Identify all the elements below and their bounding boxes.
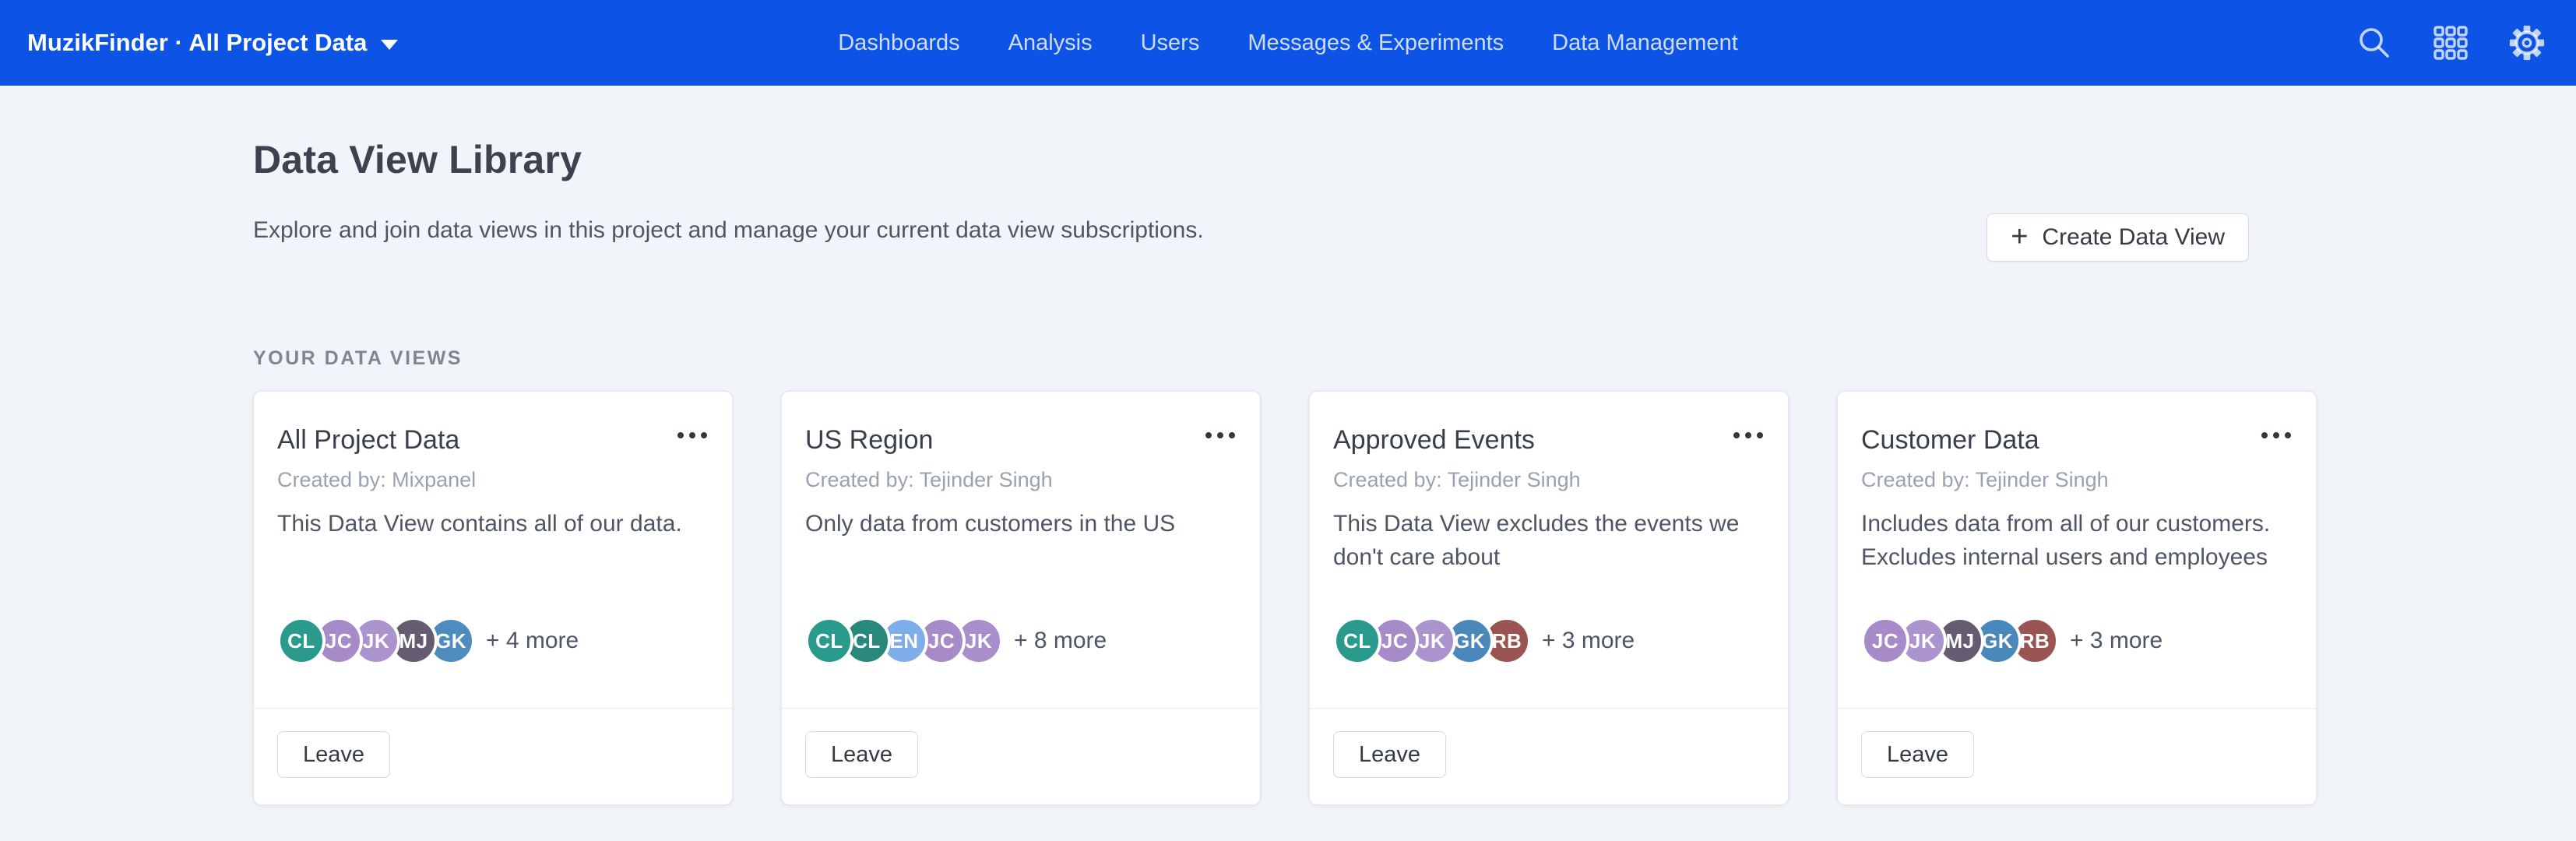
card-title: US Region <box>805 424 1190 456</box>
data-view-card: US Region Created by: Tejinder Singh Onl… <box>781 391 1261 805</box>
nav-link-data-management[interactable]: Data Management <box>1552 30 1738 56</box>
card-menu-button[interactable] <box>2258 429 2294 442</box>
data-view-card: Approved Events Created by: Tejinder Sin… <box>1309 391 1789 805</box>
page-subtitle: Explore and join data views in this proj… <box>253 216 1204 245</box>
dot-icon <box>689 432 695 438</box>
dot-icon <box>1217 432 1223 438</box>
nav-link-users[interactable]: Users <box>1141 30 1200 56</box>
dot-icon <box>1733 432 1740 438</box>
card-created-by: Created by: Mixpanel <box>277 468 476 492</box>
more-members-label: + 8 more <box>1014 628 1107 654</box>
card-footer: Leave <box>1310 708 1788 804</box>
create-data-view-button[interactable]: + Create Data View <box>1987 213 2249 262</box>
card-created-by: Created by: Tejinder Singh <box>805 468 1053 492</box>
nav-link-analysis[interactable]: Analysis <box>1008 30 1093 56</box>
card-footer: Leave <box>1838 708 2316 804</box>
dot-icon <box>2273 432 2279 438</box>
dot-icon <box>1229 432 1235 438</box>
card-footer: Leave <box>254 708 732 804</box>
leave-button[interactable]: Leave <box>1333 731 1446 778</box>
project-switcher-label: MuzikFinder · All Project Data <box>27 29 367 57</box>
project-switcher[interactable]: MuzikFinder · All Project Data <box>27 29 398 57</box>
chevron-down-icon <box>381 40 398 50</box>
card-created-by: Created by: Tejinder Singh <box>1861 468 2109 492</box>
card-menu-button[interactable] <box>674 429 710 442</box>
data-view-card: Customer Data Created by: Tejinder Singh… <box>1837 391 2317 805</box>
apps-grid-icon[interactable] <box>2431 23 2470 62</box>
card-menu-button[interactable] <box>1730 429 1766 442</box>
dot-icon <box>677 432 684 438</box>
more-members-label: + 3 more <box>1542 628 1635 654</box>
card-title: All Project Data <box>277 424 662 456</box>
avatar-row: JCJKMJGKRB+ 3 more <box>1861 617 2163 665</box>
avatar: CL <box>277 617 326 665</box>
card-title: Customer Data <box>1861 424 2246 456</box>
avatar-row: CLJCJKGKRB+ 3 more <box>1333 617 1635 665</box>
nav-link-dashboards[interactable]: Dashboards <box>838 30 959 56</box>
main-content: Data View Library Explore and join data … <box>253 86 2317 841</box>
settings-gear-icon[interactable] <box>2507 23 2546 62</box>
leave-button[interactable]: Leave <box>277 731 390 778</box>
avatar-row: CLCLENJCJK+ 8 more <box>805 617 1107 665</box>
search-icon[interactable] <box>2355 23 2394 62</box>
dot-icon <box>1757 432 1763 438</box>
leave-button[interactable]: Leave <box>805 731 918 778</box>
card-created-by: Created by: Tejinder Singh <box>1333 468 1581 492</box>
card-menu-button[interactable] <box>1202 429 1238 442</box>
leave-button[interactable]: Leave <box>1861 731 1974 778</box>
plus-icon: + <box>2011 222 2028 252</box>
data-view-card-grid: All Project Data Created by: Mixpanel Th… <box>253 391 2317 805</box>
more-members-label: + 4 more <box>486 628 579 654</box>
dot-icon <box>701 432 707 438</box>
card-description: This Data View excludes the events we do… <box>1333 507 1757 574</box>
card-description: This Data View contains all of our data. <box>277 507 701 540</box>
avatar: CL <box>805 617 853 665</box>
section-label-your-data-views: YOUR DATA VIEWS <box>253 347 463 370</box>
dot-icon <box>2261 432 2268 438</box>
top-nav-bar: MuzikFinder · All Project Data Dashboard… <box>0 0 2576 86</box>
card-title: Approved Events <box>1333 424 1718 456</box>
card-description: Only data from customers in the US <box>805 507 1229 540</box>
primary-nav: Dashboards Analysis Users Messages & Exp… <box>838 0 1738 86</box>
avatar-row: CLJCJKMJGK+ 4 more <box>277 617 579 665</box>
card-footer: Leave <box>782 708 1260 804</box>
more-members-label: + 3 more <box>2070 628 2163 654</box>
nav-link-messages-experiments[interactable]: Messages & Experiments <box>1248 30 1504 56</box>
dot-icon <box>1205 432 1212 438</box>
avatar: JC <box>1861 617 1909 665</box>
card-description: Includes data from all of our customers.… <box>1861 507 2285 574</box>
topbar-icons <box>2355 0 2546 86</box>
data-view-card: All Project Data Created by: Mixpanel Th… <box>253 391 733 805</box>
avatar: CL <box>1333 617 1381 665</box>
dot-icon <box>1745 432 1751 438</box>
dot-icon <box>2285 432 2291 438</box>
page-title: Data View Library <box>253 137 582 182</box>
create-data-view-label: Create Data View <box>2042 224 2225 251</box>
